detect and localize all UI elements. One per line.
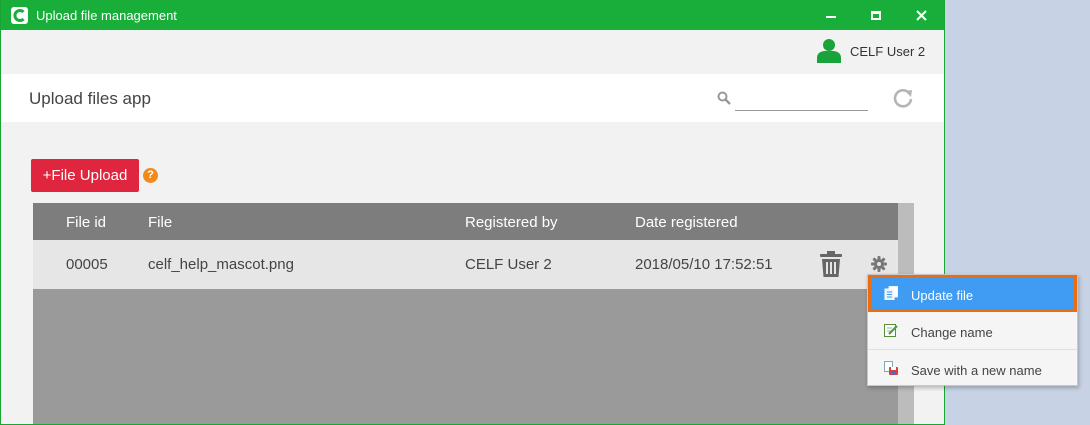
update-file-icon bbox=[884, 286, 898, 300]
maximize-icon bbox=[871, 10, 881, 20]
column-header-file[interactable]: File bbox=[148, 214, 172, 231]
table-header: File id File Registered by Date register… bbox=[33, 203, 898, 240]
user-bar: CELF User 2 bbox=[1, 30, 944, 74]
minimize-icon bbox=[826, 16, 836, 18]
column-header-file-id[interactable]: File id bbox=[66, 214, 106, 231]
window-title: Upload file management bbox=[36, 8, 177, 23]
maximize-button[interactable] bbox=[854, 0, 898, 30]
user-avatar-icon bbox=[817, 39, 841, 63]
menu-item-label: Update file bbox=[911, 288, 974, 303]
edit-icon bbox=[884, 324, 898, 337]
cell-date-registered: 2018/05/10 17:52:51 bbox=[635, 256, 773, 273]
page-title: Upload files app bbox=[29, 89, 151, 108]
cell-file: celf_help_mascot.png bbox=[148, 256, 294, 273]
menu-item-label: Save with a new name bbox=[911, 363, 1042, 378]
title-bar: Upload file management bbox=[1, 0, 944, 30]
save-as-icon bbox=[884, 361, 898, 375]
app-header: Upload files app bbox=[1, 74, 944, 122]
close-icon bbox=[915, 9, 927, 21]
user-name[interactable]: CELF User 2 bbox=[850, 44, 925, 59]
table-row[interactable]: 00005 celf_help_mascot.png CELF User 2 2… bbox=[33, 240, 898, 289]
context-menu: Update file Change name Save with a new … bbox=[867, 274, 1078, 386]
menu-item-change-name[interactable]: Change name bbox=[868, 312, 1077, 349]
trash-icon[interactable] bbox=[820, 251, 842, 277]
file-upload-button[interactable]: +File Upload bbox=[31, 159, 139, 192]
menu-item-label: Change name bbox=[911, 325, 993, 340]
help-icon[interactable]: ? bbox=[143, 168, 158, 183]
cell-file-id: 00005 bbox=[66, 256, 108, 273]
search-icon bbox=[717, 91, 731, 105]
minimize-button[interactable] bbox=[809, 0, 853, 30]
close-button[interactable] bbox=[899, 0, 943, 30]
cell-registered-by: CELF User 2 bbox=[465, 256, 552, 273]
app-logo-icon bbox=[11, 7, 28, 24]
menu-item-update-file[interactable]: Update file bbox=[868, 275, 1077, 312]
refresh-icon[interactable] bbox=[892, 87, 914, 109]
menu-item-save-with-new-name[interactable]: Save with a new name bbox=[868, 350, 1077, 387]
search-input[interactable] bbox=[735, 87, 868, 111]
app-window: Upload file management CELF User 2 Uploa… bbox=[0, 0, 945, 425]
column-header-registered-by[interactable]: Registered by bbox=[465, 214, 558, 231]
file-table: File id File Registered by Date register… bbox=[33, 203, 914, 424]
column-header-date-registered[interactable]: Date registered bbox=[635, 214, 738, 231]
gear-icon[interactable] bbox=[871, 256, 887, 272]
